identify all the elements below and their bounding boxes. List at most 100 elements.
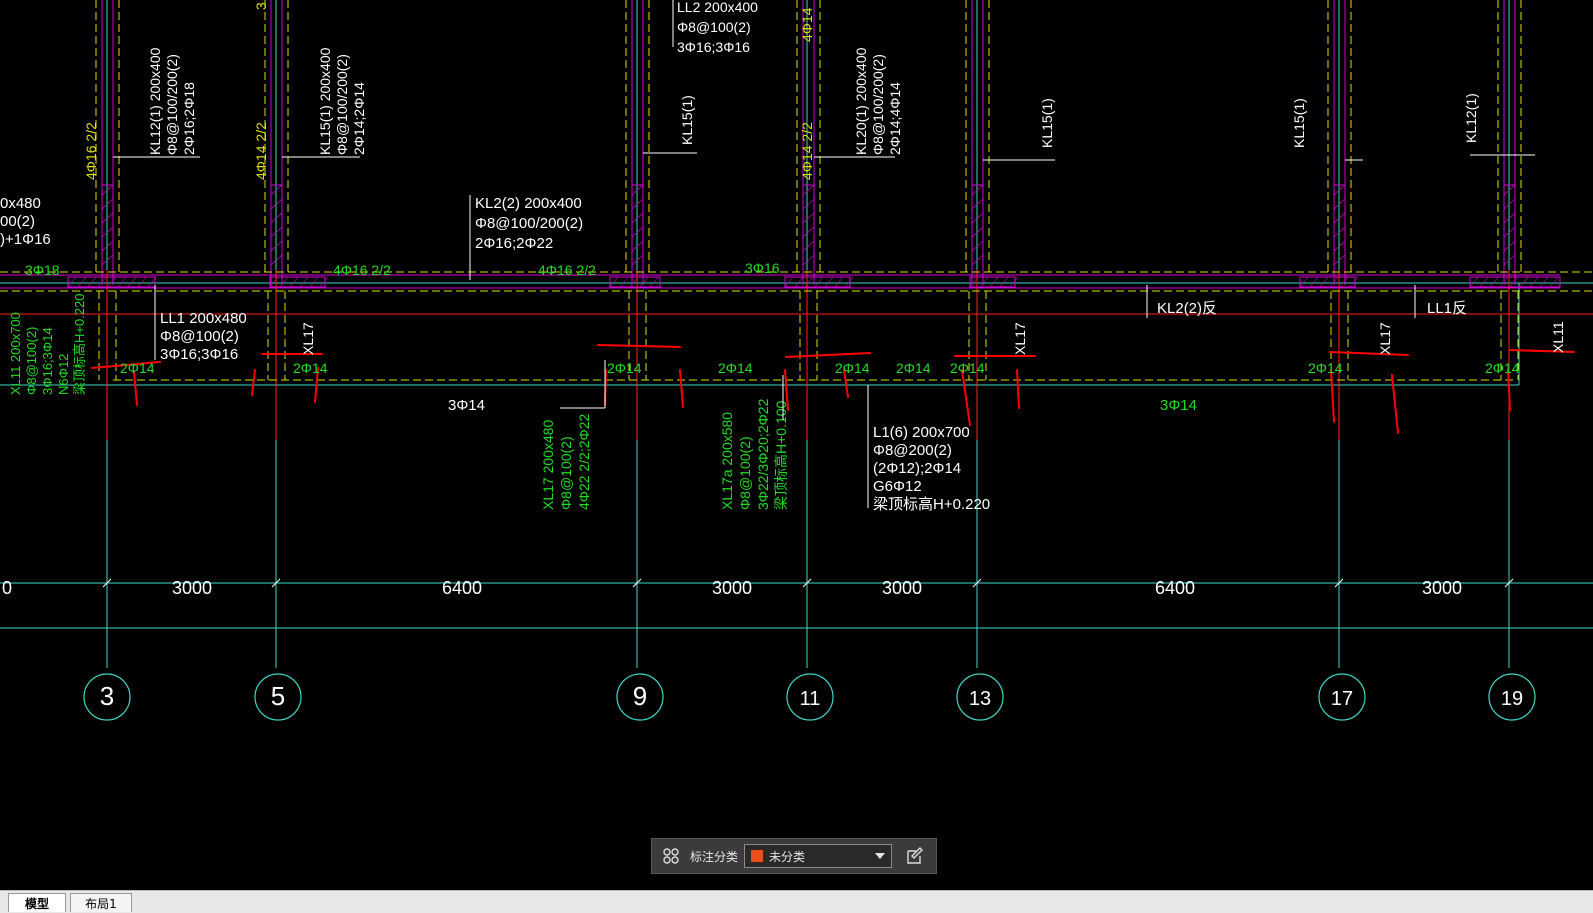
hatch-line [1309, 276, 1319, 288]
label-kl15-line: KL15(1) 200x400 [317, 47, 333, 155]
label-kl2: KL2(2) 200x400 Φ8@100/200(2) 2Φ16;2Φ22 [475, 195, 583, 252]
beam-annotations: KL12(1) 200x400 Φ8@100/200(2) 2Φ16;2Φ18 KL1… [0, 0, 1566, 513]
axis-bubble-label: 5 [271, 681, 285, 711]
label-kl15-rot: KL15(1) [1291, 98, 1307, 148]
label-xl11-right: XL11 [1550, 321, 1566, 353]
hatch-line [1339, 276, 1349, 288]
label-xl11-left-line: Φ8@100(2) [24, 327, 39, 395]
label-xl17-lower-line: Φ8@100(2) [558, 436, 574, 510]
label-l1-line: L1(6) 200x700 [873, 424, 970, 441]
hatch-line [289, 276, 299, 288]
annotation-category-label: 标注分类 [690, 849, 739, 864]
label-xl17a-lower-line: 梁顶标高H+0.100 [773, 400, 789, 510]
label-ll1-line: Φ8@100(2) [160, 328, 239, 345]
label-kl12-line: KL12(1) 200x400 [147, 47, 163, 155]
rebar-label: 2Φ14 [1308, 360, 1343, 376]
col-rebar-label: 3 [253, 2, 269, 10]
hatch-line [1509, 276, 1519, 288]
dimension-value: 6400 [442, 578, 482, 598]
col-rebar-label: 4Φ14 2/2 [799, 122, 815, 180]
hatch-line [279, 276, 289, 288]
axis-bubble-label: 3 [100, 681, 114, 711]
label-kl2-line: KL2(2) 200x400 [475, 195, 582, 212]
hatch-line [989, 276, 999, 288]
label-top-partial-line: LL2 200x400 [677, 0, 758, 15]
label-kl15: KL15(1) 200x400 Φ8@100/200(2) 2Φ14;2Φ14 [317, 47, 367, 155]
label-left-partial-line: 0x480 [0, 195, 41, 212]
label-xl17-lower-line: XL17 200x480 [540, 419, 556, 510]
hatch-line [1469, 276, 1479, 288]
cad-drawing-canvas[interactable]: 0 3000 6400 3000 3000 6400 3000 3 5 9 11 13 17 19 KL… [0, 0, 1593, 890]
hatch-line [834, 276, 844, 288]
label-l1-line: G6Φ12 [873, 478, 922, 495]
label-ll1-line: 3Φ16;3Φ16 [160, 346, 238, 363]
label-left-partial: 0x48000(2))+1Φ16 [0, 195, 51, 248]
hatch-line [802, 240, 815, 252]
label-xl11-left-line: XL11 200x700 [8, 312, 23, 395]
dimension-value: 3000 [172, 578, 212, 598]
hatch-line [802, 226, 815, 238]
hatch-line [87, 276, 97, 288]
hatch-line [77, 276, 87, 288]
hatch-line [309, 276, 319, 288]
hatch-line [639, 276, 649, 288]
red-markup-stroke [1329, 351, 1409, 356]
red-markup-stroke [1016, 369, 1020, 409]
label-xl17: XL17 [1012, 322, 1028, 355]
hatch-line [999, 276, 1009, 288]
red-markup-stroke [1507, 369, 1511, 411]
annotation-category-select[interactable]: 未分类 [744, 844, 893, 868]
hatch-line [844, 276, 854, 288]
dimension-value: 6400 [1155, 578, 1195, 598]
rebar-label: 2Φ14 [293, 360, 328, 376]
dimension-value: 3000 [712, 578, 752, 598]
label-kl20: KL20(1) 200x400 Φ8@100/200(2) 2Φ14;4Φ14 [853, 47, 903, 155]
hatch-line [319, 276, 329, 288]
label-ll1-rev: LL1反 [1427, 300, 1467, 317]
hatch-line [1479, 276, 1489, 288]
col-rebar-label: 4Φ14 [799, 7, 815, 42]
red-markups [91, 344, 1575, 434]
label-kl20-line: Φ8@100/200(2) [870, 54, 886, 155]
column-hatch [802, 184, 815, 276]
hatch-line [137, 276, 147, 288]
rebar-label: 3Φ18 [25, 262, 60, 278]
hatch-line [1349, 276, 1359, 288]
label-kl15-rot: KL15(1) [679, 95, 695, 145]
label-xl17: XL17 [300, 322, 316, 355]
hatch-line [1549, 276, 1559, 288]
label-xl17a-lower-line: Φ8@100(2) [737, 436, 753, 510]
label-top-partial-line: Φ8@100(2) [677, 19, 751, 35]
label-kl2-rev: KL2(2)反 [1157, 300, 1217, 317]
edit-icon[interactable] [902, 843, 928, 869]
hatch-line [117, 276, 127, 288]
hatch-line [1489, 276, 1499, 288]
label-kl12-line: 2Φ16;2Φ18 [181, 82, 197, 155]
red-markup-stroke [133, 371, 138, 406]
wall-hatch-segment [784, 276, 851, 288]
rebar-label: 2Φ14 [607, 360, 642, 376]
label-xl11-left: XL11 200x700 Φ8@100(2) 3Φ16;3Φ14 N6Φ12 梁顶标高H… [8, 293, 87, 395]
label-top-partial-line: 3Φ16;3Φ16 [677, 39, 750, 55]
column-outlines [0, 0, 1561, 289]
dimension-value: 0 [2, 578, 12, 598]
hatch-line [127, 276, 137, 288]
label-ll1-line: LL1 200x480 [160, 310, 247, 327]
axis-bubble-label: 17 [1331, 688, 1353, 710]
label-left-partial-line: )+1Φ16 [0, 231, 51, 248]
tab-model[interactable]: 模型 [8, 893, 66, 912]
hatch-line [1519, 276, 1529, 288]
label-kl12: KL12(1) 200x400 Φ8@100/200(2) 2Φ16;2Φ18 [147, 47, 197, 155]
hatch-line [299, 276, 309, 288]
hatch-line [649, 276, 659, 288]
rebar-label: 2Φ14 [120, 360, 155, 376]
hatch-line [107, 276, 117, 288]
label-xl11-left-line: 梁顶标高H+0.220 [72, 293, 87, 395]
red-markup-stroke [251, 369, 256, 396]
hatch-line [814, 276, 824, 288]
grid-icon[interactable] [660, 845, 682, 867]
label-top-partial: LL2 200x400 Φ8@100(2) 3Φ16;3Φ16 [677, 0, 758, 55]
rebar-label: 2Φ14 [835, 360, 870, 376]
tab-layout1[interactable]: 布局1 [70, 893, 132, 912]
hatch-line [67, 276, 77, 288]
